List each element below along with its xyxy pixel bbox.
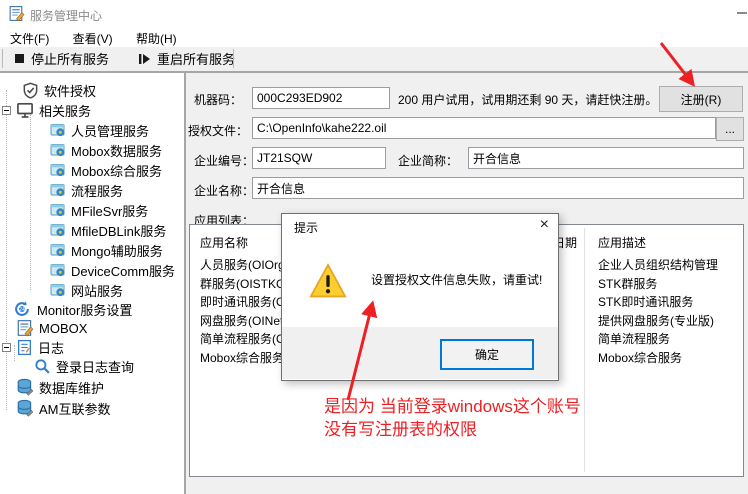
service-gear-icon <box>50 282 66 298</box>
tree-item-mfilesvr-service[interactable]: MFileSvr服务 <box>50 200 148 220</box>
tree-item-logs[interactable]: 日志 <box>2 337 64 357</box>
column-separator <box>584 228 585 472</box>
col-header-app-name[interactable]: 应用名称 <box>200 234 248 251</box>
tree-item-monitor-settings[interactable]: Monitor服务设置 <box>12 299 132 319</box>
browse-button[interactable]: ... <box>716 117 744 141</box>
tree-item-mobox-composite-service[interactable]: Mobox综合服务 <box>50 160 162 180</box>
machine-code-label: 机器码： <box>194 91 242 108</box>
monitor-icon <box>16 101 34 119</box>
stop-icon <box>14 53 25 64</box>
license-file-field[interactable]: C:\OpenInfo\kahe222.oil <box>252 117 716 139</box>
shield-check-icon <box>22 82 39 99</box>
title-bar: 服务管理中心 <box>0 0 748 27</box>
warning-icon <box>309 262 347 300</box>
tree-item-devicecomm-service[interactable]: DeviceComm服务 <box>50 260 175 280</box>
tree-item-mfiledblink-service[interactable]: MfileDBLink服务 <box>50 220 166 240</box>
stop-all-services-button[interactable]: 停止所有服务 <box>6 47 117 70</box>
toolbar: 停止所有服务 重启所有服务 <box>0 47 748 73</box>
app-icon <box>8 5 25 22</box>
service-gear-icon <box>50 242 66 258</box>
table-row-name[interactable]: 群服务(OISTKGr <box>200 275 289 292</box>
machine-code-field[interactable]: 000C293ED902 <box>252 87 390 109</box>
toolbar-grip <box>2 49 3 68</box>
table-row-name[interactable]: Mobox综合服务( <box>200 349 288 366</box>
annotation-text: 是因为 当前登录windows这个账号 没有写注册表的权限 <box>324 395 581 441</box>
table-row-name[interactable]: 即时通讯服务(O <box>200 293 285 310</box>
license-file-label: 授权文件： <box>188 122 248 139</box>
tree-item-mobox-data-service[interactable]: Mobox数据服务 <box>50 140 162 160</box>
toolbar-separator <box>233 49 234 68</box>
table-row-name[interactable]: 网盘服务(OINet <box>200 312 283 329</box>
dialog-title: 提示 <box>294 219 318 236</box>
table-row-desc[interactable]: Mobox综合服务 <box>598 349 682 366</box>
company-name-label: 企业名称： <box>194 182 254 199</box>
restart-all-services-button[interactable]: 重启所有服务 <box>130 47 243 70</box>
table-row-desc[interactable]: STK群服务 <box>598 275 657 292</box>
tree-item-mobox[interactable]: MOBOX <box>16 318 87 338</box>
table-row-name[interactable]: 简单流程服务(O <box>200 330 285 347</box>
service-gear-icon <box>50 262 66 278</box>
company-short-field[interactable]: 开合信息 <box>468 147 744 169</box>
restart-icon <box>138 53 151 65</box>
tree-item-website-service[interactable]: 网站服务 <box>50 280 123 300</box>
table-row-name[interactable]: 人员服务(OIOrg <box>200 256 285 273</box>
service-gear-icon <box>50 162 66 178</box>
tree-item-database-maintenance[interactable]: 数据库维护 <box>16 377 104 397</box>
service-tree: 软件授权 相关服务 人员管理服务 Mobox数据服务 Mobox综合服务 流程服… <box>0 73 184 494</box>
database-wrench-icon <box>16 399 34 417</box>
service-gear-icon <box>50 222 66 238</box>
company-name-field[interactable]: 开合信息 <box>252 177 744 199</box>
table-row-desc[interactable]: STK即时通讯服务 <box>598 293 693 310</box>
tree-connector <box>30 112 31 290</box>
message-dialog: 提示 × 设置授权文件信息失败，请重试! 确定 <box>281 213 559 381</box>
mobox-window-icon <box>16 319 34 337</box>
tree-item-mongo-service[interactable]: Mongo辅助服务 <box>50 240 163 260</box>
tree-item-software-license[interactable]: 软件授权 <box>22 80 96 100</box>
close-icon[interactable]: × <box>540 216 549 234</box>
service-gear-icon <box>50 182 66 198</box>
table-row-desc[interactable]: 提供网盘服务(专业版) <box>598 312 714 329</box>
tree-item-personnel-service[interactable]: 人员管理服务 <box>50 120 149 140</box>
log-icon <box>16 339 33 356</box>
service-manager-window: 24 <box>0 0 748 494</box>
col-header-app-desc[interactable]: 应用描述 <box>598 234 646 251</box>
table-row-desc[interactable]: 简单流程服务 <box>598 330 670 347</box>
tree-item-related-services[interactable]: 相关服务 <box>2 100 91 120</box>
company-code-field[interactable]: JT21SQW <box>252 147 386 169</box>
register-button[interactable]: 注册(R) <box>659 86 743 112</box>
database-wrench-icon <box>16 378 34 396</box>
tree-connector <box>6 90 7 410</box>
service-gear-icon <box>50 142 66 158</box>
search-icon <box>34 358 51 375</box>
minimize-button[interactable] <box>737 12 747 14</box>
service-gear-icon <box>50 122 66 138</box>
collapse-icon[interactable] <box>2 106 11 115</box>
table-row-desc[interactable]: 企业人员组织结构管理 <box>598 256 718 273</box>
company-code-label: 企业编号： <box>194 152 254 169</box>
company-short-label: 企业简称： <box>398 152 458 169</box>
menu-bar: 文件(F) 查看(V) 帮助(H) <box>0 27 748 47</box>
trial-status-text: 200 用户试用，试用期还剩 90 天，请赶快注册。 <box>398 91 657 108</box>
collapse-icon[interactable] <box>2 343 11 352</box>
window-title: 服务管理中心 <box>30 7 102 24</box>
sync-24-icon <box>12 300 32 318</box>
tree-item-login-log-query[interactable]: 登录日志查询 <box>34 356 134 376</box>
tree-item-workflow-service[interactable]: 流程服务 <box>50 180 123 200</box>
tree-item-am-interlink-params[interactable]: AM互联参数 <box>16 398 111 418</box>
service-gear-icon <box>50 202 66 218</box>
ok-button[interactable]: 确定 <box>440 339 534 370</box>
dialog-message: 设置授权文件信息失败，请重试! <box>371 271 542 288</box>
dialog-footer: 确定 <box>282 327 558 379</box>
